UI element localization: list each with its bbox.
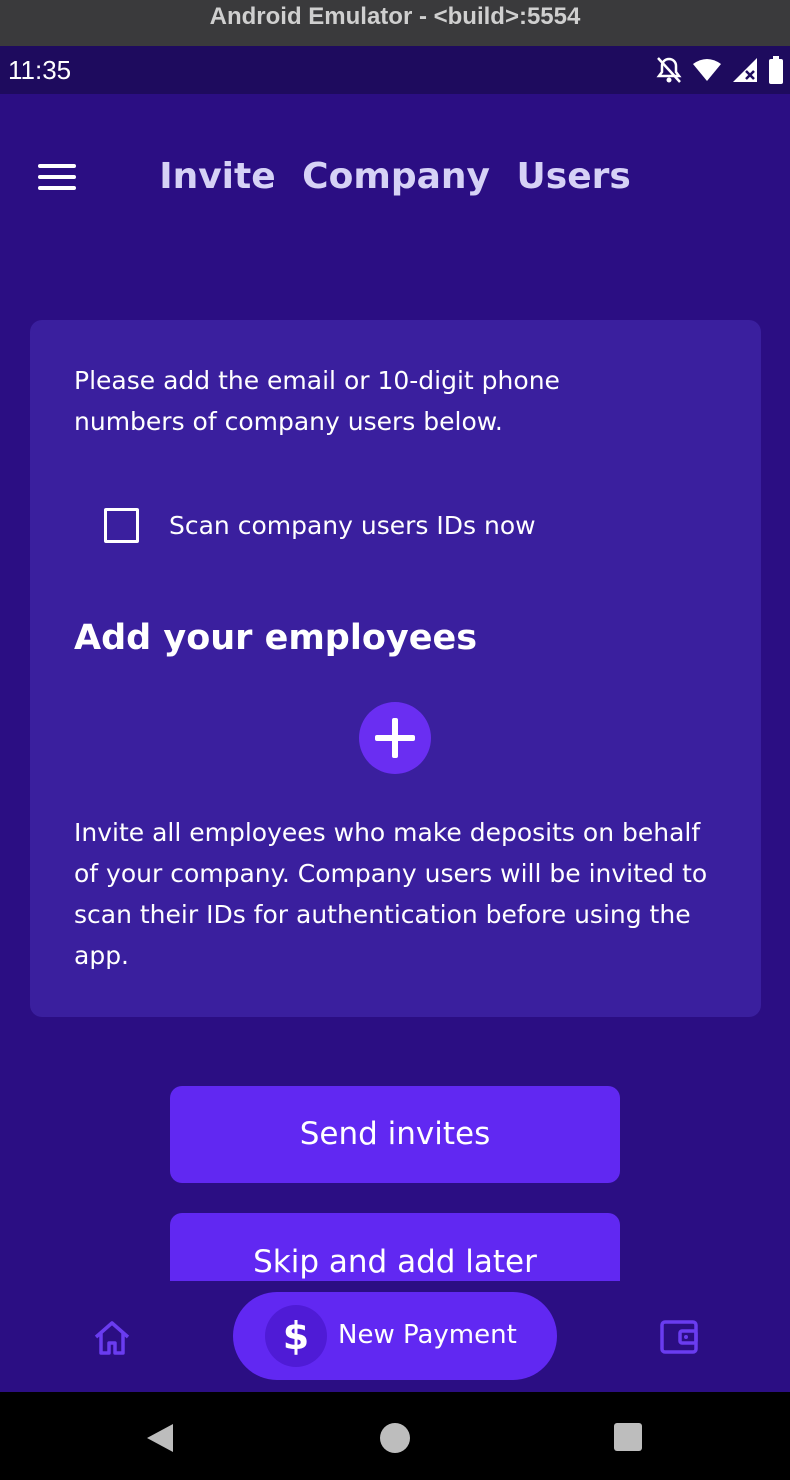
invite-card: Please add the email or 10-digit phone n… [30,320,761,1017]
signal-icon [733,58,757,82]
skip-button[interactable]: Skip and add later [170,1213,620,1281]
new-payment-label: New Payment [338,1320,517,1350]
dollar-icon: $ [265,1305,327,1367]
bell-off-icon [656,57,682,83]
send-invites-button[interactable]: Send invites [170,1086,620,1183]
back-icon[interactable] [145,1422,175,1454]
wallet-icon[interactable] [658,1316,700,1358]
status-icons [656,56,784,84]
app-screen: Invite Company Users Please add the emai… [0,94,790,1392]
wifi-icon [693,59,721,81]
add-employees-heading: Add your employees [74,618,478,658]
system-nav-bar [0,1392,790,1480]
scan-ids-checkbox-row[interactable]: Scan company users IDs now [104,508,536,543]
add-employee-button[interactable] [359,702,431,774]
scan-ids-checkbox[interactable] [104,508,139,543]
battery-icon [769,56,783,84]
recents-icon[interactable] [614,1423,642,1451]
system-home-icon[interactable] [380,1423,410,1453]
intro-text: Please add the email or 10-digit phone n… [74,366,560,436]
new-payment-button[interactable]: $ New Payment [233,1292,557,1380]
bottom-nav: $ New Payment [0,1281,790,1392]
page-title: Invite Company Users [159,156,631,197]
home-icon[interactable] [91,1317,133,1359]
scan-ids-label[interactable]: Scan company users IDs now [169,511,536,540]
status-bar: 11:35 [0,46,790,94]
status-time: 11:35 [8,55,72,85]
emulator-title: Android Emulator - <build>:5554 [209,3,581,30]
emulator-title-bar: Android Emulator - <build>:5554 [0,0,790,46]
invite-info-text: Invite all employees who make deposits o… [74,818,708,970]
